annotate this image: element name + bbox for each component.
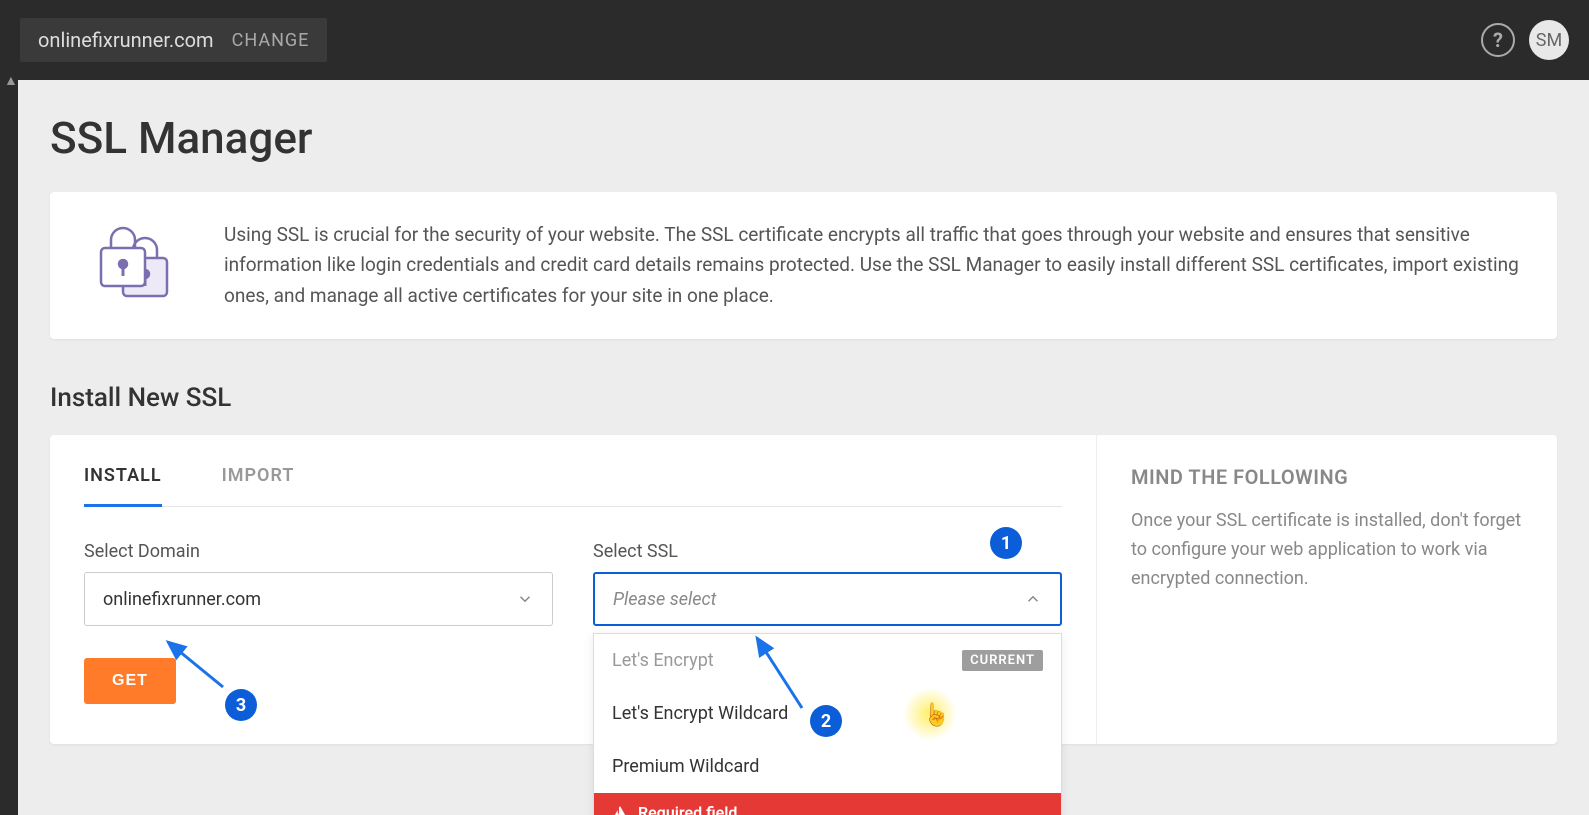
- sidebar-heading: MIND THE FOLLOWING: [1131, 465, 1523, 489]
- domain-select[interactable]: onlinefixrunner.com: [84, 572, 553, 626]
- error-required-field: Required field: [594, 793, 1061, 815]
- domain-value: onlinefixrunner.com: [103, 589, 261, 610]
- current-badge: CURRENT: [962, 650, 1043, 671]
- ssl-placeholder: Please select: [613, 589, 716, 610]
- chevron-down-icon: [516, 590, 534, 608]
- avatar[interactable]: SM: [1529, 20, 1569, 60]
- section-heading: Install New SSL: [50, 383, 1557, 413]
- tabs: INSTALL IMPORT: [84, 465, 1062, 507]
- info-sidebar: MIND THE FOLLOWING Once your SSL certifi…: [1097, 435, 1557, 744]
- domain-label: Select Domain: [84, 541, 553, 562]
- ssl-label: Select SSL: [593, 541, 1062, 562]
- ssl-option-lets-encrypt-wildcard[interactable]: Let's Encrypt Wildcard: [594, 687, 1061, 740]
- help-icon[interactable]: ?: [1481, 23, 1515, 57]
- intro-card: Using SSL is crucial for the security of…: [50, 192, 1557, 339]
- tab-import[interactable]: IMPORT: [222, 465, 295, 506]
- site-selector[interactable]: onlinefixrunner.com CHANGE: [20, 18, 327, 62]
- site-name: onlinefixrunner.com: [38, 28, 214, 52]
- chevron-up-icon: [1024, 590, 1042, 608]
- collapse-caret-icon[interactable]: ▲: [4, 72, 18, 89]
- main-content: ▲ SSL Manager Using SSL is crucial for t…: [18, 80, 1589, 815]
- ssl-select[interactable]: Please select: [593, 572, 1062, 626]
- page-title: SSL Manager: [50, 112, 1557, 164]
- get-button[interactable]: GET: [84, 658, 176, 704]
- tab-install[interactable]: INSTALL: [84, 465, 162, 507]
- install-panel: INSTALL IMPORT Select Domain onlinefixru…: [50, 435, 1557, 744]
- ssl-option-premium-wildcard[interactable]: Premium Wildcard: [594, 740, 1061, 793]
- lock-icon: [84, 226, 184, 306]
- ssl-dropdown: Let's Encrypt CURRENT Let's Encrypt Wild…: [593, 633, 1062, 815]
- warning-icon: [612, 806, 628, 815]
- sidebar-text: Once your SSL certificate is installed, …: [1131, 507, 1523, 593]
- ssl-option-lets-encrypt[interactable]: Let's Encrypt CURRENT: [594, 634, 1061, 687]
- top-bar: onlinefixrunner.com CHANGE ? SM: [0, 0, 1589, 80]
- intro-text: Using SSL is crucial for the security of…: [224, 220, 1523, 311]
- change-site-link[interactable]: CHANGE: [232, 30, 310, 51]
